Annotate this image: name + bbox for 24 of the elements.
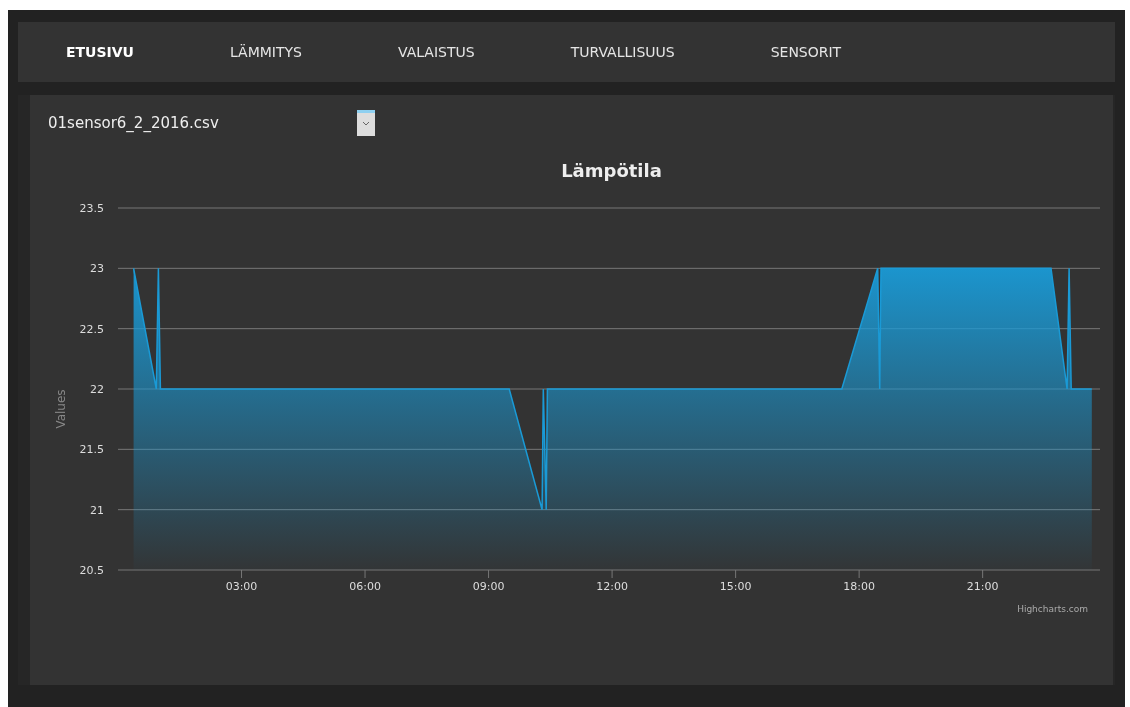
nav-tab[interactable]: LÄMMITYS <box>230 44 302 60</box>
file-select[interactable]: 01sensor6_2_2016.csv <box>48 109 375 136</box>
nav-tab[interactable]: VALAISTUS <box>397 44 475 60</box>
y-tick-label: 23 <box>90 262 104 276</box>
credit-link[interactable]: Highcharts.com <box>1017 604 1088 614</box>
y-tick-label: 20.5 <box>79 564 104 577</box>
axis-title: Values <box>54 389 68 429</box>
nav-tab[interactable]: SENSORIT <box>770 44 842 60</box>
y-tick-label: 21.5 <box>79 443 104 457</box>
y-tick-label: 21 <box>90 503 104 517</box>
y-tick-label: 22.5 <box>79 322 104 336</box>
x-tick-label: 09:00 <box>472 580 505 593</box>
x-tick-label: 03:00 <box>225 580 258 593</box>
x-tick-label: 21:00 <box>966 580 999 593</box>
x-tick-label: 12:00 <box>596 580 628 593</box>
x-tick-label: 06:00 <box>349 580 381 593</box>
nav-tab[interactable]: ETUSIVU <box>66 44 134 60</box>
x-tick-label: 15:00 <box>719 580 752 593</box>
y-tick-label: 22 <box>90 383 104 396</box>
chart-title: Lämpötila <box>561 160 662 181</box>
y-tick-label: 23.5 <box>79 202 104 215</box>
caret-icon <box>357 109 375 136</box>
nav-tab[interactable]: TURVALLISUUS <box>570 44 675 60</box>
x-tick-label: 18:00 <box>843 580 875 593</box>
